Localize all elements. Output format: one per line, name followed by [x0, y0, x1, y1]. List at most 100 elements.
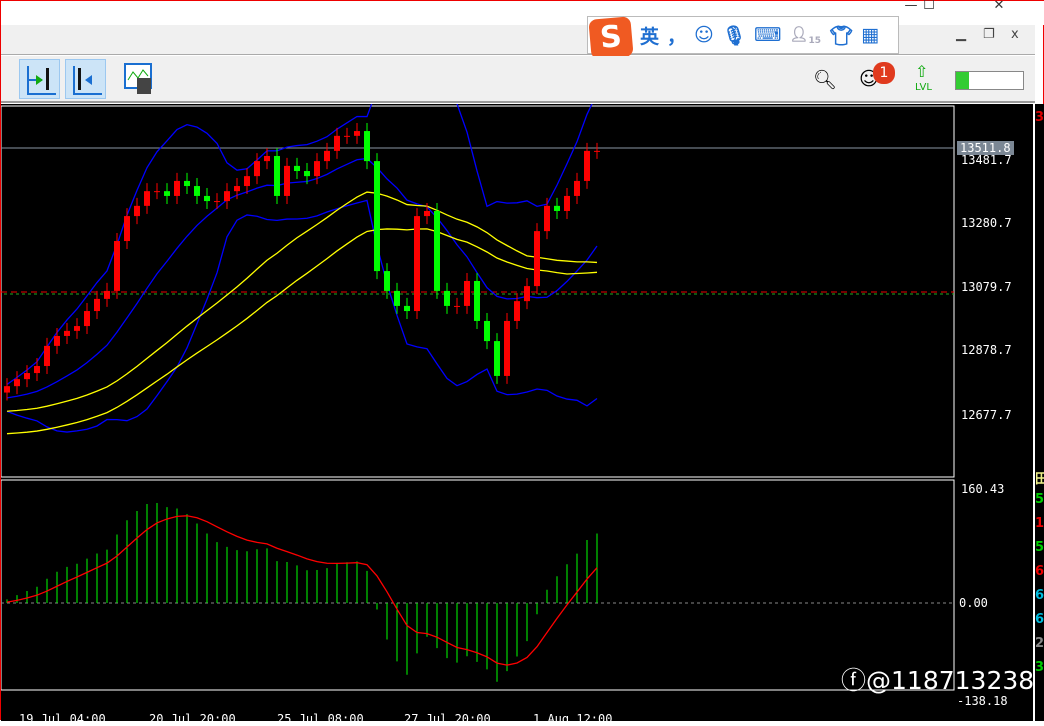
candle-body: [354, 131, 360, 136]
candle-body: [94, 298, 100, 312]
watermark: ⓕ@1187132389: [841, 661, 1044, 697]
candle-body: [54, 335, 60, 346]
side-digit: 田: [1035, 472, 1044, 487]
candle-body: [134, 205, 140, 217]
maximize-button[interactable]: ☐: [909, 0, 949, 15]
toolbox-grid-icon[interactable]: ▦: [861, 24, 879, 46]
candle-body: [384, 271, 390, 291]
candle-body: [344, 135, 350, 137]
price-tick: 13481.7: [961, 153, 1012, 167]
side-digit: 3: [1035, 110, 1044, 125]
chart-template-icon[interactable]: [123, 62, 155, 96]
sogou-logo[interactable]: S: [588, 16, 634, 60]
candle-body: [234, 186, 240, 192]
candle-body: [184, 180, 190, 187]
candle-body: [564, 195, 570, 211]
macd-tick: 0.00: [959, 596, 988, 610]
chart-toolbar: 🔍︎ ☺ 1 ⇧ LVL: [1, 56, 1035, 103]
candle-body: [44, 345, 50, 367]
macd-tick: 160.43: [961, 482, 1005, 496]
candle-body: [114, 241, 120, 291]
candle-body: [154, 191, 160, 193]
mdi-minimize-button[interactable]: ▁: [956, 27, 966, 42]
candle-body: [394, 290, 400, 306]
candle-body: [494, 341, 500, 376]
candle-body: [144, 191, 150, 206]
candle-body: [434, 210, 440, 291]
side-digit: 3: [1035, 660, 1044, 675]
candle-body: [554, 205, 560, 211]
candle-body: [574, 180, 580, 196]
price-tick: 13280.7: [961, 216, 1012, 230]
candle-body: [314, 161, 320, 177]
candle-body: [594, 150, 600, 152]
side-digit: 6: [1035, 612, 1044, 627]
chart-canvas[interactable]: [0, 55, 1033, 721]
candle-body: [34, 366, 40, 374]
close-button[interactable]: ✕: [979, 0, 1019, 15]
candle-body: [504, 320, 510, 376]
side-digit: 5: [1035, 540, 1044, 555]
search-icon[interactable]: 🔍︎: [813, 68, 837, 91]
candle-body: [324, 150, 330, 162]
candle-body: [414, 216, 420, 312]
macd-signal-line: [6, 515, 598, 666]
price-tick: 12677.7: [961, 408, 1012, 422]
mdi-restore-button[interactable]: ❐: [983, 27, 995, 42]
microphone-icon[interactable]: 🎙︎: [722, 24, 746, 47]
candle-body: [424, 210, 430, 217]
candle-body: [474, 280, 480, 321]
side-digit: 6: [1035, 588, 1044, 603]
candle-body: [294, 165, 300, 172]
auto-scroll-button[interactable]: [19, 59, 60, 99]
candle-body: [364, 131, 370, 162]
side-digit: 6: [1035, 564, 1044, 579]
time-tick: 1 Aug 12:00: [533, 712, 613, 726]
candle-body: [484, 320, 490, 342]
user-badge: 15: [808, 35, 821, 46]
candle-body: [374, 161, 380, 272]
candle-body: [444, 290, 450, 306]
candle-body: [464, 280, 470, 306]
skin-shirt-icon[interactable]: 👕︎: [829, 24, 853, 47]
side-digit: 1: [1035, 516, 1044, 531]
candle-body: [224, 191, 230, 202]
lvl-label[interactable]: LVL: [915, 82, 932, 93]
price-tick: 12878.7: [961, 343, 1012, 357]
candle-body: [64, 330, 70, 336]
time-tick: 25 Jul 08:00: [277, 712, 364, 726]
candle-body: [534, 231, 540, 287]
time-tick: 20 Jul 20:00: [149, 712, 236, 726]
candle-body: [334, 135, 340, 151]
candle-body: [304, 171, 310, 177]
candle-body: [584, 150, 590, 181]
time-tick: 27 Jul 20:00: [404, 712, 491, 726]
candle-body: [254, 161, 260, 177]
candle-body: [104, 290, 110, 299]
lvl-arrow-icon: ⇧: [915, 62, 929, 81]
user-icon[interactable]: 👤︎15: [789, 25, 821, 46]
notification-badge[interactable]: 1: [873, 62, 895, 84]
level-progress-bar: [955, 71, 1024, 90]
ime-punctuation-toggle[interactable]: ，: [667, 22, 686, 49]
keyboard-icon[interactable]: ⌨: [754, 24, 781, 46]
candle-body: [404, 305, 410, 312]
candle-body: [74, 326, 80, 331]
chart-shift-button[interactable]: [65, 59, 106, 99]
level-progress-fill: [956, 72, 970, 89]
side-panel: 3 田 5 1 5 6 6 6 2 3: [1033, 104, 1044, 721]
side-digit: 5: [1035, 492, 1044, 507]
candle-body: [454, 305, 460, 307]
candle-body: [14, 379, 20, 387]
candle-body: [204, 195, 210, 202]
candle-body: [4, 386, 10, 393]
emoji-icon[interactable]: ☺: [694, 24, 714, 46]
chart-area[interactable]: 13511.8 13481.7 13280.7 13079.7 12878.7 …: [0, 55, 1044, 726]
candle-body: [214, 201, 220, 203]
candle-body: [284, 165, 290, 196]
candle-body: [164, 191, 170, 196]
candle-body: [244, 176, 250, 187]
mdi-close-button[interactable]: x: [1011, 27, 1019, 42]
ime-language-toggle[interactable]: 英: [640, 22, 659, 49]
candle-body: [174, 180, 180, 196]
